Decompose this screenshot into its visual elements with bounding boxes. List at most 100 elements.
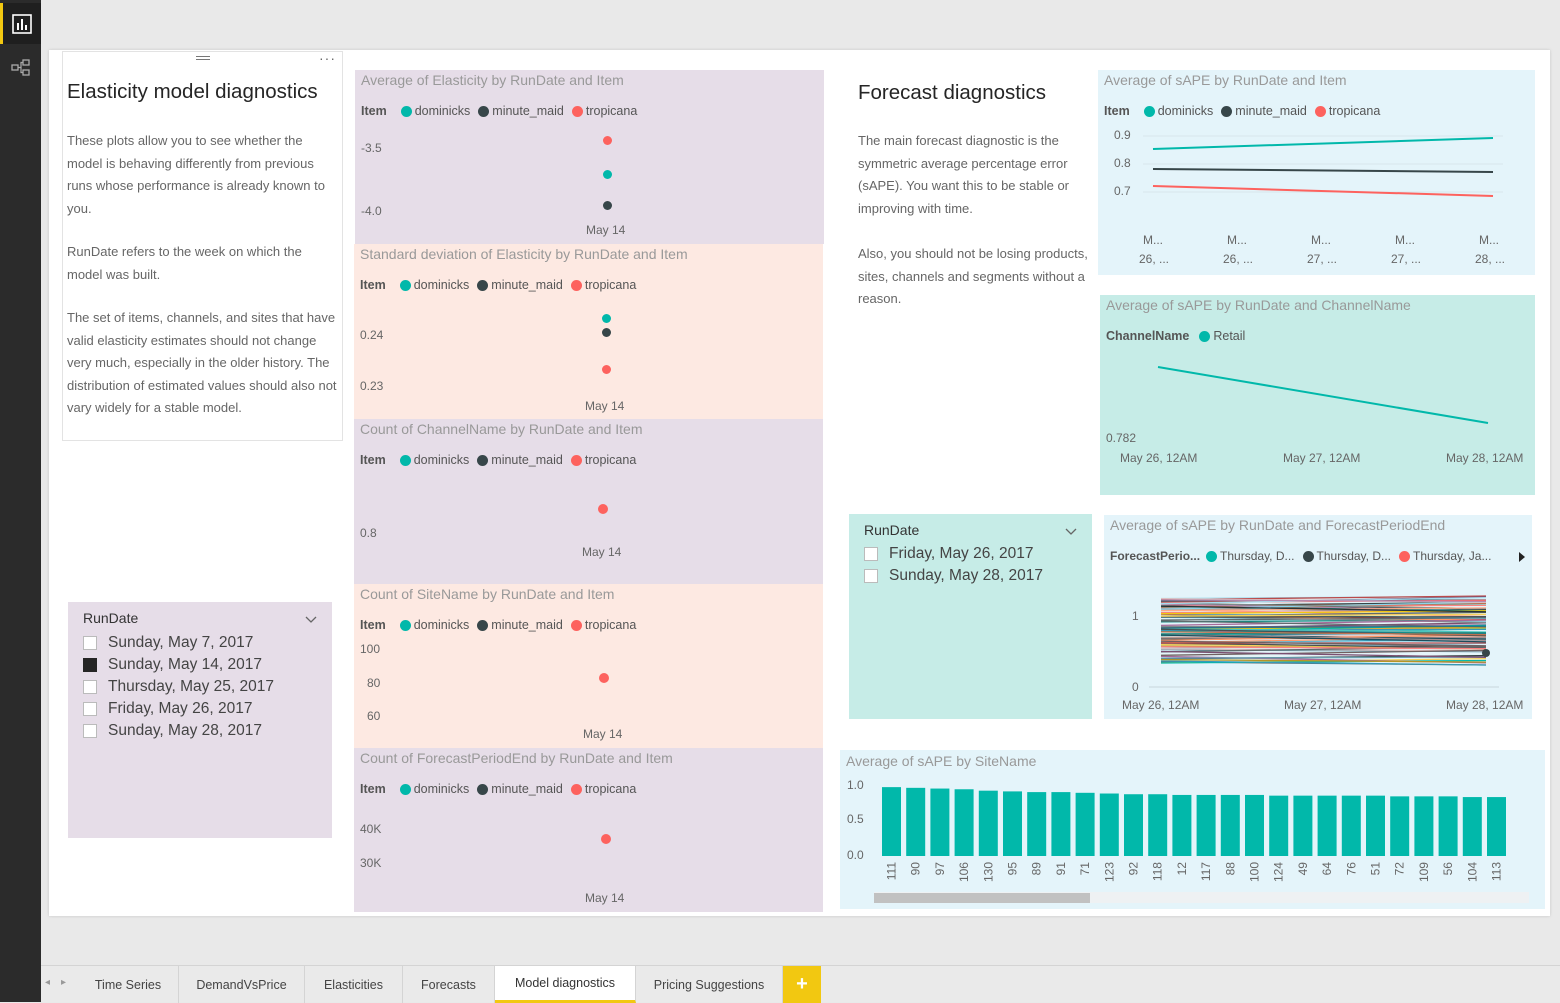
forecast-paragraph-1: The main forecast diagnostic is the symm… xyxy=(858,130,1093,220)
bar-71[interactable] xyxy=(1076,793,1095,856)
slicer-item-may-7[interactable]: Sunday, May 7, 2017 xyxy=(83,632,274,654)
tab-model-diagnostics[interactable]: Model diagnostics xyxy=(495,966,636,1003)
slicer-item-may-26[interactable]: Friday, May 26, 2017 xyxy=(864,543,1043,565)
checkbox[interactable] xyxy=(83,680,97,694)
sape-by-item-chart[interactable]: Average of sAPE by RunDate and Item Item… xyxy=(1098,70,1535,275)
tab-forecasts[interactable]: Forecasts xyxy=(403,966,495,1003)
bar-64[interactable] xyxy=(1318,796,1337,856)
bar-113[interactable] xyxy=(1487,797,1506,856)
bar-111[interactable] xyxy=(882,787,901,856)
data-point[interactable] xyxy=(598,504,608,514)
data-point[interactable] xyxy=(603,201,612,210)
data-point[interactable] xyxy=(599,673,609,683)
slicer-item-may-28[interactable]: Sunday, May 28, 2017 xyxy=(864,565,1043,587)
checkbox[interactable] xyxy=(83,702,97,716)
legend-item: dominicks xyxy=(414,782,470,796)
tab-pricing-suggestions[interactable]: Pricing Suggestions xyxy=(636,966,783,1003)
forecast-textbox[interactable]: The main forecast diagnostic is the symm… xyxy=(858,130,1093,311)
chevron-down-icon[interactable] xyxy=(1065,523,1077,541)
tab-scroll-left-icon[interactable]: ◂ xyxy=(45,977,50,988)
y-tick-label: 0.24 xyxy=(360,328,383,342)
sape-by-site-chart[interactable]: Average of sAPE by SiteName 1.0 0.5 0.0 … xyxy=(840,750,1545,909)
elasticity-std-chart[interactable]: Standard deviation of Elasticity by RunD… xyxy=(354,244,823,419)
x-tick-label: May 27, 12AM xyxy=(1284,698,1361,712)
sape-by-forecast-period-chart[interactable]: Average of sAPE by RunDate and ForecastP… xyxy=(1104,515,1532,719)
data-point[interactable] xyxy=(601,834,611,844)
rundate-slicer-right[interactable]: RunDate Friday, May 26, 2017 Sunday, May… xyxy=(849,514,1092,719)
bar-56[interactable] xyxy=(1439,796,1458,856)
add-page-button[interactable]: + xyxy=(783,966,821,1003)
data-point[interactable] xyxy=(603,170,612,179)
data-point[interactable] xyxy=(602,314,611,323)
bar-130[interactable] xyxy=(979,791,998,856)
elasticity-textbox[interactable]: ··· Elasticity model diagnostics These p… xyxy=(62,51,343,441)
rundate-slicer-left[interactable]: RunDate Sunday, May 7, 2017 Sunday, May … xyxy=(68,602,332,838)
bar-76[interactable] xyxy=(1342,796,1361,856)
bar-88[interactable] xyxy=(1221,795,1240,856)
y-tick-label: 0.782 xyxy=(1106,431,1136,445)
channel-count-chart[interactable]: Count of ChannelName by RunDate and Item… xyxy=(354,419,823,584)
elasticity-avg-chart[interactable]: Average of Elasticity by RunDate and Ite… xyxy=(355,70,824,244)
tab-demand-vs-price[interactable]: DemandVsPrice xyxy=(179,966,305,1003)
bar-104[interactable] xyxy=(1463,797,1482,856)
x-tick-label: May 14 xyxy=(582,545,621,559)
slicer-title: RunDate xyxy=(864,522,919,538)
site-count-chart[interactable]: Count of SiteName by RunDate and Item It… xyxy=(354,584,823,748)
bar-89[interactable] xyxy=(1027,792,1046,856)
checkbox[interactable] xyxy=(864,569,878,583)
slicer-item-may-14[interactable]: Sunday, May 14, 2017 xyxy=(83,654,274,676)
bar-100[interactable] xyxy=(1245,795,1264,856)
slicer-item-may-25[interactable]: Thursday, May 25, 2017 xyxy=(83,676,274,698)
relationships-view-icon[interactable] xyxy=(0,47,41,88)
x-tick-label: 12 xyxy=(1175,862,1189,876)
y-tick-label: 0.23 xyxy=(360,379,383,393)
bar-106[interactable] xyxy=(955,789,974,856)
tab-elasticities[interactable]: Elasticities xyxy=(305,966,403,1003)
bar-124[interactable] xyxy=(1269,796,1288,856)
checkbox[interactable] xyxy=(864,547,878,561)
x-tick-label: M... xyxy=(1227,233,1247,247)
slicer-item-may-28[interactable]: Sunday, May 28, 2017 xyxy=(83,720,274,742)
bar-117[interactable] xyxy=(1197,795,1216,856)
chevron-down-icon[interactable] xyxy=(305,611,317,629)
legend-title: Item xyxy=(360,278,386,292)
bar-72[interactable] xyxy=(1390,796,1409,856)
data-point[interactable] xyxy=(602,328,611,337)
bar-95[interactable] xyxy=(1003,791,1022,856)
checkbox[interactable] xyxy=(83,724,97,738)
bar-91[interactable] xyxy=(1051,792,1070,856)
legend-item: tropicana xyxy=(585,453,636,467)
bar-92[interactable] xyxy=(1124,794,1143,856)
x-tick-label: 88 xyxy=(1223,862,1237,876)
horizontal-scrollbar[interactable] xyxy=(874,892,1529,903)
bar-51[interactable] xyxy=(1366,796,1385,856)
forecast-period-count-chart[interactable]: Count of ForecastPeriodEnd by RunDate an… xyxy=(354,748,823,912)
tab-scroll-right-icon[interactable]: ▸ xyxy=(61,977,66,988)
checkbox-checked[interactable] xyxy=(83,658,97,672)
bar-123[interactable] xyxy=(1100,794,1119,856)
bar-49[interactable] xyxy=(1293,796,1312,856)
more-options-icon[interactable]: ··· xyxy=(319,50,336,66)
report-view-icon[interactable] xyxy=(0,3,41,44)
slicer-item-may-26[interactable]: Friday, May 26, 2017 xyxy=(83,698,274,720)
data-point[interactable] xyxy=(603,136,612,145)
tab-time-series[interactable]: Time Series xyxy=(78,966,179,1003)
bar-118[interactable] xyxy=(1148,794,1167,856)
y-tick-label: 80 xyxy=(367,676,380,690)
data-point[interactable] xyxy=(602,365,611,374)
forecast-title: Forecast diagnostics xyxy=(858,81,1046,105)
legend-dot-icon xyxy=(400,455,411,466)
bar-12[interactable] xyxy=(1172,795,1191,856)
sape-by-channel-chart[interactable]: Average of sAPE by RunDate and ChannelNa… xyxy=(1100,295,1535,495)
bar-90[interactable] xyxy=(906,788,925,856)
multi-line-plot xyxy=(1104,515,1532,719)
drag-handle-icon[interactable] xyxy=(196,56,210,60)
bar-109[interactable] xyxy=(1414,796,1433,856)
checkbox[interactable] xyxy=(83,636,97,650)
scrollbar-thumb[interactable] xyxy=(874,893,1090,903)
bar-97[interactable] xyxy=(930,789,949,856)
x-tick-label: M... xyxy=(1479,233,1499,247)
x-tick-label: 51 xyxy=(1369,862,1383,876)
x-tick-label: May 28, 12AM xyxy=(1446,451,1523,465)
chart-legend: Item dominicks minute_maid tropicana xyxy=(360,453,644,467)
